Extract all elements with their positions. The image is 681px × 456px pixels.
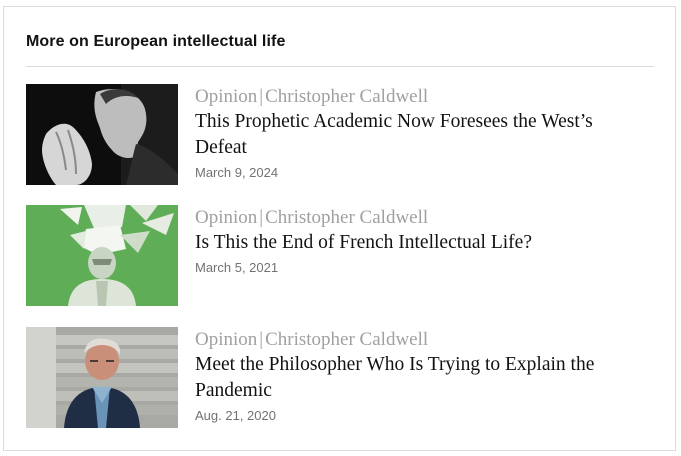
author-name[interactable]: Christopher Caldwell [265,329,428,350]
portrait-bw-hands-clasped-icon [26,84,178,185]
article-kicker: Opinion | Christopher Caldwell [195,84,635,109]
article-text: Opinion | Christopher Caldwell Is This the… [195,205,635,276]
article-headline[interactable]: Is This the End of French Intellectual L… [195,230,635,256]
article-thumbnail[interactable] [26,205,178,306]
section-label[interactable]: Opinion [195,207,257,228]
section-label[interactable]: Opinion [195,86,257,107]
author-name[interactable]: Christopher Caldwell [265,86,428,107]
related-articles-panel: More on European intellectual life Opini… [3,6,676,451]
kicker-separator: | [259,329,264,350]
article-headline[interactable]: This Prophetic Academic Now Foresees the… [195,109,635,161]
section-heading: More on European intellectual life [26,33,286,50]
article-thumbnail[interactable] [26,84,178,185]
article-date: March 9, 2024 [195,165,279,180]
kicker-separator: | [259,86,264,107]
author-name[interactable]: Christopher Caldwell [265,207,428,228]
article-date: Aug. 21, 2020 [195,408,276,423]
article-thumbnail[interactable] [26,327,178,428]
portrait-man-on-stairs-icon [26,327,178,428]
section-label[interactable]: Opinion [195,329,257,350]
article-text: Opinion | Christopher Caldwell Meet the Ph… [195,327,635,424]
article-text: Opinion | Christopher Caldwell This Prophe… [195,84,635,181]
article-date: March 5, 2021 [195,260,279,275]
divider [26,66,654,67]
illustration-green-paper-head-icon [26,205,178,306]
article-kicker: Opinion | Christopher Caldwell [195,327,635,352]
kicker-separator: | [259,207,264,228]
article-headline[interactable]: Meet the Philosopher Who Is Trying to Ex… [195,352,635,404]
article-kicker: Opinion | Christopher Caldwell [195,205,635,230]
